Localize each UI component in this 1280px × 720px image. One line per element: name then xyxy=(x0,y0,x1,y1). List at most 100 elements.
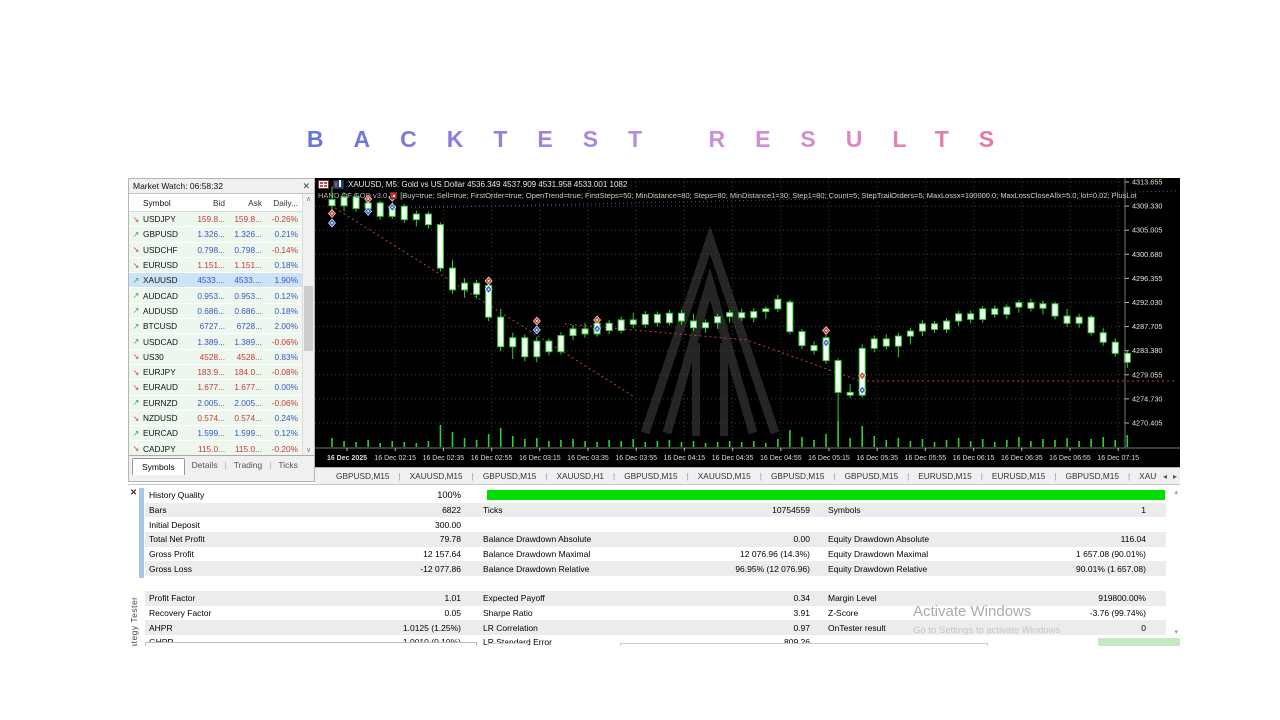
stat-label: Expected Payoff xyxy=(483,593,675,603)
scroll-down-icon[interactable]: ∨ xyxy=(303,446,314,454)
ask-value: 2.005... xyxy=(225,398,262,408)
trade-markers-layer xyxy=(329,193,866,394)
symbol-name: EURUSD xyxy=(143,260,191,270)
ask-value: 115.0... xyxy=(225,444,262,454)
chart-tab[interactable]: XAUUSD,H1 xyxy=(547,471,613,481)
market-watch-row[interactable]: ↗EURCAD1.599...1.599...0.12% xyxy=(129,426,302,441)
chart-tab[interactable]: GBPUSD,M15 xyxy=(762,471,833,481)
market-watch-row[interactable]: ↘NZDUSD0.574...0.574...0.24% xyxy=(129,411,302,426)
trend-down-icon: ↘ xyxy=(129,414,143,423)
column-ask[interactable]: Ask xyxy=(225,198,262,208)
market-watch-tab-symbols[interactable]: Symbols xyxy=(132,458,185,475)
market-watch-row[interactable]: ↗USDCAD1.389...1.389...-0.06% xyxy=(129,334,302,349)
stat-value: 0.00 xyxy=(675,534,810,544)
stat-value: 90.01% (1 657.08) xyxy=(1028,564,1146,574)
chart-canvas[interactable]: 4313.6554309.3304305.0054300.6804296.355… xyxy=(315,178,1180,467)
market-watch-row[interactable]: ↘USDCHF0.798...0.798...-0.14% xyxy=(129,243,302,258)
stat-value: 300.00 xyxy=(391,520,461,530)
column-symbol[interactable]: Symbol xyxy=(143,198,191,208)
symbol-name: AUDUSD xyxy=(143,306,191,316)
market-watch-row[interactable]: ↘EURAUD1.677...1.677...0.00% xyxy=(129,380,302,395)
stat-value: 79.78 xyxy=(391,534,461,544)
scroll-up-icon[interactable]: ▴ xyxy=(1174,488,1178,496)
bid-value: 4528... xyxy=(191,352,225,362)
stat-value: -3.76 (99.74%) xyxy=(1028,608,1146,618)
trend-up-icon: ↗ xyxy=(129,398,143,407)
strategy-tester-panel: ✕ Strategy Tester History Quality 100% B… xyxy=(128,484,1180,646)
partial-widget xyxy=(620,643,988,646)
market-watch-row[interactable]: ↘EURUSD1.151...1.151...0.18% xyxy=(129,258,302,273)
scroll-up-icon[interactable]: ∧ xyxy=(303,195,314,203)
market-watch-row[interactable]: ↘EURJPY183.9...184.0...-0.08% xyxy=(129,365,302,380)
stat-label: Symbols xyxy=(828,505,1028,515)
chart-window: 4313.6554309.3304305.0054300.6804296.355… xyxy=(315,178,1180,467)
chart-tab[interactable]: GBPUSD,M15 xyxy=(1057,471,1128,481)
ask-value: 1.389... xyxy=(225,337,262,347)
symbol-name: AUDCAD xyxy=(143,291,191,301)
stat-label: AHPR xyxy=(145,623,391,633)
results-row[interactable]: Bars6822Ticks10754559Symbols1 xyxy=(145,503,1166,518)
market-watch-row[interactable]: ↘USDJPY159.8...159.8...-0.26% xyxy=(129,212,302,227)
market-watch-row[interactable]: ↘US304528...4528...0.83% xyxy=(129,350,302,365)
market-watch-row[interactable]: ↗BTCUSD6727...6728...2.00% xyxy=(129,319,302,334)
chart-tab[interactable]: GBPUSD,M15 xyxy=(474,471,545,481)
partial-widget xyxy=(145,642,477,646)
market-watch-row[interactable]: ↗GBPUSD1.326...1.326...0.21% xyxy=(129,227,302,242)
svg-text:16 Dec 06:55: 16 Dec 06:55 xyxy=(1049,455,1091,462)
market-watch-tab-details[interactable]: Details xyxy=(185,458,225,472)
daily-change: 2.00% xyxy=(262,321,302,331)
tab-scroll-right-icon[interactable]: ▸ xyxy=(1173,472,1177,481)
market-watch-scrollbar[interactable]: ∧ ∨ xyxy=(302,194,314,455)
time-axis: 16 Dec 202516 Dec 02:1516 Dec 02:3516 De… xyxy=(327,448,1139,462)
svg-text:16 Dec 02:35: 16 Dec 02:35 xyxy=(423,455,465,462)
chart-tab[interactable]: XAUUSD,M15 xyxy=(401,471,472,481)
bid-value: 6727... xyxy=(191,321,225,331)
market-watch-row[interactable]: ↗AUDCAD0.953...0.953...0.12% xyxy=(129,288,302,303)
results-row[interactable]: Total Net Profit79.78Balance Drawdown Ab… xyxy=(145,532,1166,547)
results-row[interactable]: Gross Profit12 157.64Balance Drawdown Ma… xyxy=(145,547,1166,562)
bid-value: 2.005... xyxy=(191,398,225,408)
svg-text:4313.655: 4313.655 xyxy=(1132,178,1162,187)
daily-change: -0.26% xyxy=(262,214,302,224)
market-watch-row[interactable]: ↘CADJPY115.0...115.0...-0.20% xyxy=(129,441,302,455)
trend-up-icon: ↗ xyxy=(129,291,143,300)
close-icon[interactable]: ✕ xyxy=(130,487,137,498)
market-watch-row[interactable]: ↗XAUUSD4533....4533....1.90% xyxy=(129,273,302,288)
tab-scroll-left-icon[interactable]: ◂ xyxy=(1163,472,1167,481)
results-row[interactable]: Gross Loss-12 077.86Balance Drawdown Rel… xyxy=(145,561,1166,576)
column-daily[interactable]: Daily... xyxy=(262,198,302,208)
chart-tab[interactable]: EURUSD,M15 xyxy=(983,471,1054,481)
scrollbar-thumb[interactable] xyxy=(304,286,313,351)
chart-tab[interactable]: GBPUSD,M15 xyxy=(836,471,907,481)
daily-change: -0.06% xyxy=(262,398,302,408)
bid-value: 1.151... xyxy=(191,260,225,270)
chart-tab[interactable]: GBPUSD,M15 xyxy=(615,471,686,481)
market-watch-tab-trading[interactable]: Trading xyxy=(227,458,270,472)
market-watch-rows: ↘USDJPY159.8...159.8...-0.26%↗GBPUSD1.32… xyxy=(129,212,302,455)
chart-title: XAUUSD, M5: Gold vs US Dollar 4536.349 4… xyxy=(348,180,627,189)
chart-tab[interactable]: EURUSD,M15 xyxy=(909,471,980,481)
column-bid[interactable]: Bid xyxy=(191,198,225,208)
market-watch-row[interactable]: ↗AUDUSD0.686...0.686...0.18% xyxy=(129,304,302,319)
symbol-name: NZDUSD xyxy=(143,413,191,423)
results-row[interactable] xyxy=(145,576,1166,591)
svg-text:16 Dec 07:15: 16 Dec 07:15 xyxy=(1097,455,1139,462)
market-watch-tab-ticks[interactable]: Ticks xyxy=(271,458,305,472)
close-icon[interactable]: ✕ xyxy=(302,181,310,192)
stat-label: Balance Drawdown Absolute xyxy=(483,534,675,544)
results-row[interactable]: Initial Deposit300.00 xyxy=(145,517,1166,532)
symbol-name: EURAUD xyxy=(143,382,191,392)
market-watch-row[interactable]: ↗EURNZD2.005...2.005...-0.06% xyxy=(129,396,302,411)
symbol-name: US30 xyxy=(143,352,191,362)
stat-value: 3.91 xyxy=(675,608,810,618)
chart-tab[interactable]: XAUUSD,M15 xyxy=(689,471,760,481)
bid-value: 159.8... xyxy=(191,214,225,224)
market-watch-title: Market Watch: 06:58:32 xyxy=(133,181,302,191)
stat-value: 0.97 xyxy=(675,623,810,633)
daily-change: 0.12% xyxy=(262,428,302,438)
ea-icon xyxy=(390,192,397,199)
symbol-name: GBPUSD xyxy=(143,229,191,239)
chart-tab[interactable]: GBPUSD,M15 xyxy=(327,471,398,481)
svg-text:16 Dec 05:15: 16 Dec 05:15 xyxy=(808,455,850,462)
scroll-down-icon[interactable]: ▾ xyxy=(1174,628,1178,636)
